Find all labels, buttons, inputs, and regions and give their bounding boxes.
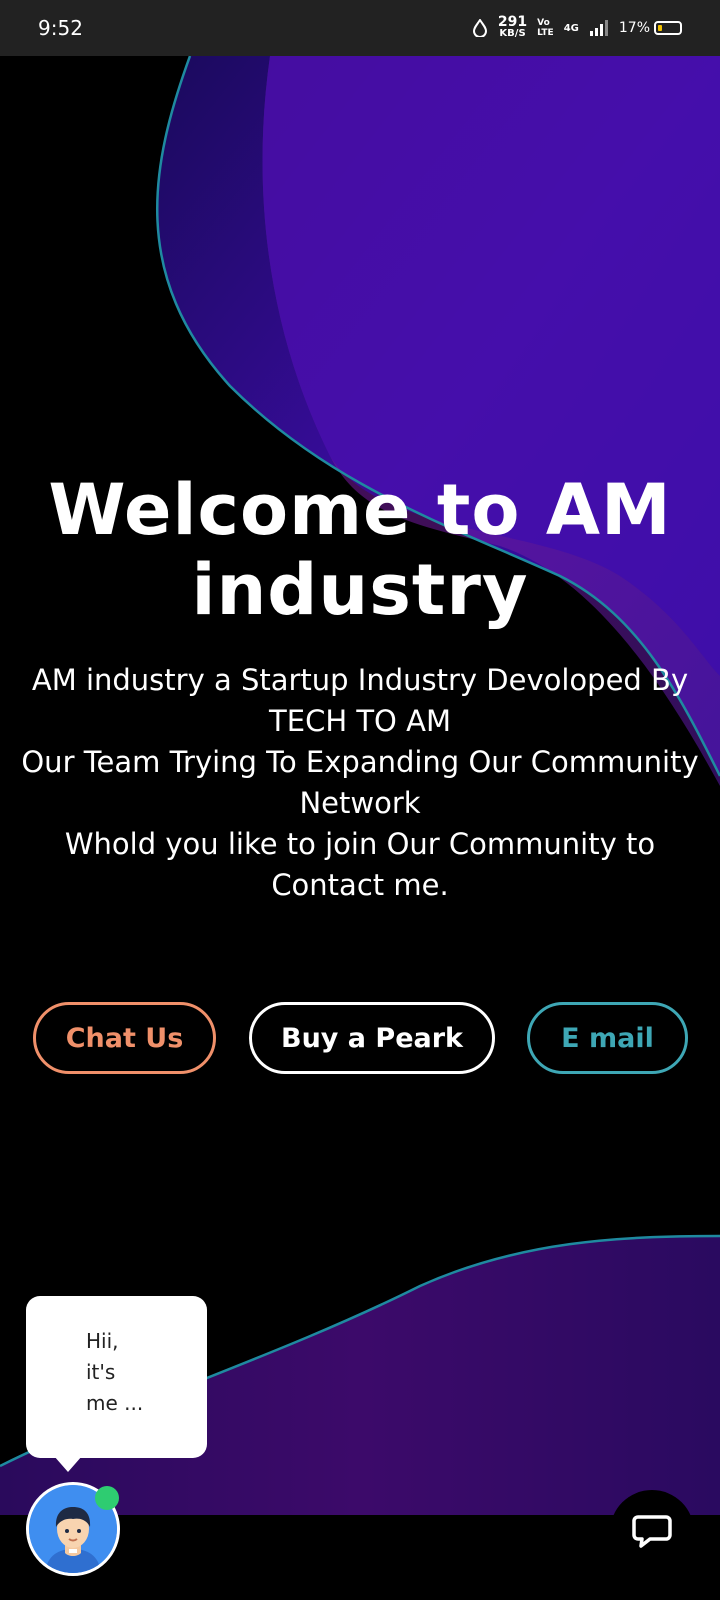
email-button[interactable]: E mail bbox=[527, 1002, 688, 1074]
network-speed-unit: KB/S bbox=[499, 28, 526, 39]
battery-fill bbox=[658, 25, 663, 31]
hero-line-1: AM industry a Startup Industry Devoloped… bbox=[31, 663, 689, 738]
hero-title: Welcome to AM industry bbox=[48, 469, 672, 631]
greeting-bubble[interactable]: Hii, it's me ... bbox=[26, 1296, 207, 1472]
greeting-line-3: me ... bbox=[86, 1391, 144, 1415]
action-buttons: Chat Us Buy a Peark E mail bbox=[0, 1002, 720, 1078]
chat-us-button[interactable]: Chat Us bbox=[33, 1002, 216, 1074]
volte-top: Vo bbox=[537, 18, 550, 28]
signal-icon bbox=[589, 20, 608, 36]
chat-bubble-icon bbox=[632, 1515, 672, 1548]
greeting-line-1: Hii, bbox=[86, 1329, 119, 1353]
battery: 17% bbox=[619, 20, 682, 36]
status-icons: 291 KB/S Vo LTE 4G 17% bbox=[472, 14, 682, 39]
hero-line-2: Our Team Trying To Expanding Our Communi… bbox=[21, 745, 699, 820]
battery-icon bbox=[654, 21, 682, 35]
data-saver-icon bbox=[472, 19, 487, 37]
hero-section: Welcome to AM industry AM industry a Sta… bbox=[0, 470, 720, 906]
greeting-line-2: it's bbox=[86, 1360, 116, 1384]
buy-a-peark-button[interactable]: Buy a Peark bbox=[249, 1002, 495, 1074]
greeting-text: Hii, it's me ... bbox=[86, 1326, 156, 1419]
battery-percent: 17% bbox=[618, 20, 650, 36]
status-time: 9:52 bbox=[38, 16, 83, 40]
status-bar: 9:52 291 KB/S Vo LTE 4G 17% bbox=[0, 0, 720, 56]
network-speed: 291 KB/S bbox=[497, 14, 528, 39]
volte-indicator: Vo LTE bbox=[537, 18, 554, 38]
hero-description: AM industry a Startup Industry Devoloped… bbox=[0, 660, 720, 906]
volte-bottom: LTE bbox=[537, 28, 554, 38]
chat-launcher-button[interactable] bbox=[610, 1490, 694, 1574]
online-status-dot bbox=[95, 1486, 119, 1510]
signal-label: 4G bbox=[563, 22, 579, 34]
hero-line-3: Whold you like to join Our Community to … bbox=[64, 827, 656, 902]
network-speed-value: 291 bbox=[497, 14, 528, 30]
